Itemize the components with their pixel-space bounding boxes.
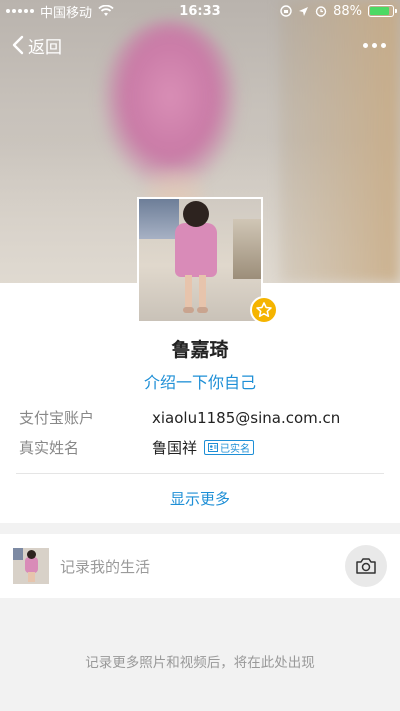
record-thumbnail (13, 548, 49, 584)
status-right: 88% (280, 3, 397, 19)
back-chevron-icon (12, 35, 24, 55)
battery-percent: 88% (333, 3, 362, 19)
verified-badge: 已实名 (204, 440, 255, 455)
back-button[interactable]: 返回 (12, 33, 62, 58)
back-label: 返回 (28, 37, 62, 58)
location-icon (299, 6, 309, 16)
real-name-row: 真实姓名 鲁国祥 已实名 (19, 437, 255, 458)
carrier-label: 中国移动 (40, 5, 93, 21)
show-more-button[interactable]: 显示更多 (0, 488, 400, 509)
verified-id-icon (208, 443, 219, 452)
signal-icon (6, 9, 34, 13)
wifi-icon (98, 5, 114, 16)
status-left: 中国移动 (6, 2, 114, 21)
verified-label: 已实名 (220, 444, 251, 455)
nav-bar: 返回 (0, 30, 400, 60)
status-bar: 中国移动 16:33 88% (0, 0, 400, 22)
real-name-label: 真实姓名 (19, 439, 80, 457)
intro-link[interactable]: 介绍一下你自己 (0, 369, 400, 393)
camera-icon (356, 558, 376, 574)
avatar[interactable] (137, 197, 263, 323)
battery-fill (370, 7, 390, 15)
profile-name: 鲁嘉琦 (171, 339, 229, 361)
real-name-value: 鲁国祥 (152, 439, 198, 457)
more-icon[interactable] (363, 42, 386, 48)
star-icon (250, 296, 278, 324)
camera-button[interactable] (345, 545, 387, 587)
record-life-bar[interactable]: 记录我的生活 (0, 534, 400, 598)
empty-tip: 记录更多照片和视频后，将在此处出现 (85, 655, 315, 671)
battery-icon (368, 5, 397, 17)
divider (16, 473, 384, 474)
record-life-placeholder[interactable]: 记录我的生活 (60, 556, 150, 577)
alarm-icon (315, 6, 327, 17)
lock-rotation-icon (280, 5, 292, 17)
alipay-account-label: 支付宝账户 (19, 409, 95, 427)
alipay-account-value: xiaolu1185@sina.com.cn (152, 408, 341, 427)
alipay-account-row: 支付宝账户 xiaolu1185@sina.com.cn (19, 407, 340, 428)
